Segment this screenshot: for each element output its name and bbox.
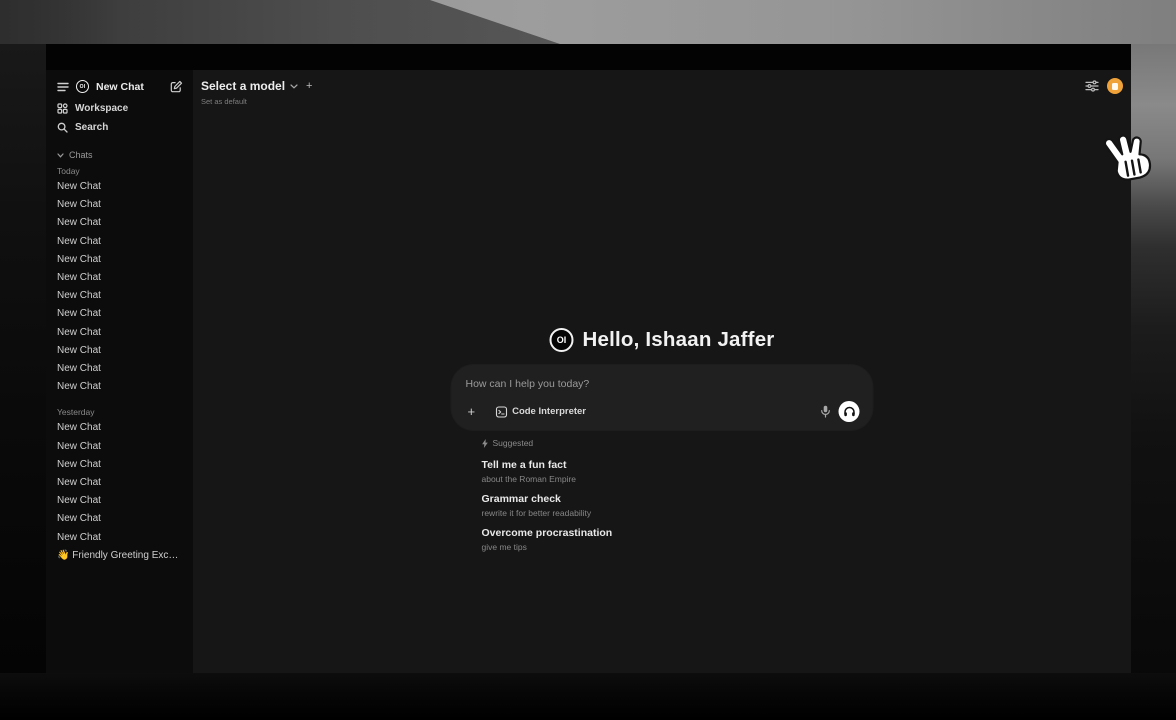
chat-list-item[interactable]: New Chat <box>46 305 193 323</box>
main-area: Select a model + Set as default <box>193 70 1131 673</box>
chat-list-item[interactable]: New Chat <box>46 251 193 269</box>
suggested-list: Tell me a fun fact about the Roman Empir… <box>482 459 873 552</box>
suggested-prompt-subtitle: give me tips <box>482 542 873 552</box>
chat-list-yesterday: New ChatNew ChatNew ChatNew ChatNew Chat… <box>46 419 193 565</box>
sidebar: OI New Chat Workspace <box>46 70 193 673</box>
suggested-label: Suggested <box>493 438 534 448</box>
chat-list-item[interactable]: New Chat <box>46 510 193 528</box>
chats-section-toggle[interactable]: Chats <box>46 147 193 162</box>
chat-list-item[interactable]: New Chat <box>46 324 193 342</box>
chat-list-item[interactable]: New Chat <box>46 269 193 287</box>
suggested-prompt-title: Grammar check <box>482 493 873 506</box>
suggested-prompt[interactable]: Grammar check rewrite it for better read… <box>482 493 873 518</box>
microphone-icon[interactable] <box>821 405 831 418</box>
chat-list-item[interactable]: New Chat <box>46 529 193 547</box>
chat-list-item[interactable]: New Chat <box>46 419 193 437</box>
search-icon <box>57 122 68 133</box>
chat-list-item[interactable]: New Chat <box>46 287 193 305</box>
avatar-glyph <box>1112 83 1118 90</box>
search-label: Search <box>75 122 108 133</box>
chat-list-item[interactable]: 👋 Friendly Greeting Exchange <box>46 547 193 565</box>
desktop-background-left <box>0 44 46 720</box>
suggested-prompt-subtitle: about the Roman Empire <box>482 474 873 484</box>
desktop-background-shape <box>0 0 120 44</box>
main-header: Select a model + Set as default <box>193 70 1131 110</box>
chat-list-item[interactable]: New Chat <box>46 474 193 492</box>
code-interpreter-toggle[interactable]: Code Interpreter <box>495 406 586 418</box>
desktop-background-top <box>0 0 1176 44</box>
chat-list-item[interactable]: New Chat <box>46 456 193 474</box>
bolt-icon <box>482 439 489 448</box>
terminal-square-icon <box>495 406 507 418</box>
workspace-label: Workspace <box>75 103 128 114</box>
suggested-prompt[interactable]: Tell me a fun fact about the Roman Empir… <box>482 459 873 484</box>
chevron-down-icon <box>57 153 64 158</box>
suggested-prompt-subtitle: rewrite it for better readability <box>482 508 873 518</box>
chat-list-item[interactable]: New Chat <box>46 360 193 378</box>
chat-group-label-today: Today <box>46 162 193 178</box>
attach-plus-icon[interactable]: + <box>466 405 478 418</box>
welcome-panel: OI Hello, Ishaan Jaffer + Code Interpret… <box>452 328 873 552</box>
message-composer: + Code Interpreter <box>452 365 873 430</box>
settings-sliders-icon[interactable] <box>1085 80 1099 92</box>
chat-list-item[interactable]: New Chat <box>46 178 193 196</box>
desktop-background-right <box>1131 44 1176 720</box>
app-logo-large: OI <box>550 328 574 352</box>
chat-list-item[interactable]: New Chat <box>46 214 193 232</box>
new-chat-icon[interactable] <box>170 80 183 93</box>
chat-group-label-yesterday: Yesterday <box>46 403 193 419</box>
chat-list-today: New ChatNew ChatNew ChatNew ChatNew Chat… <box>46 178 193 396</box>
suggested-prompt-title: Overcome procrastination <box>482 527 873 540</box>
app-window: OI New Chat Workspace <box>46 44 1131 673</box>
suggested-section: Suggested Tell me a fun fact about the R… <box>482 436 873 552</box>
chat-list-item[interactable]: New Chat <box>46 342 193 360</box>
code-interpreter-label: Code Interpreter <box>512 406 586 417</box>
chat-list-item[interactable]: New Chat <box>46 378 193 396</box>
suggested-prompt[interactable]: Overcome procrastination give me tips <box>482 527 873 552</box>
sidebar-item-search[interactable]: Search <box>46 118 193 137</box>
set-default-link[interactable]: Set as default <box>201 97 247 106</box>
add-model-icon[interactable]: + <box>306 80 312 92</box>
sidebar-item-workspace[interactable]: Workspace <box>46 99 193 118</box>
chat-list-item[interactable]: New Chat <box>46 492 193 510</box>
chevron-down-icon <box>290 84 298 89</box>
desktop-background-bottom <box>0 673 1176 720</box>
screen: OI New Chat Workspace <box>0 0 1176 720</box>
app-logo: OI <box>76 80 89 93</box>
model-selector[interactable]: Select a model + <box>201 79 312 93</box>
chat-list-item[interactable]: New Chat <box>46 438 193 456</box>
chats-section-label: Chats <box>69 150 93 160</box>
chat-list-item[interactable]: New Chat <box>46 196 193 214</box>
model-selector-label: Select a model <box>201 79 285 93</box>
sidebar-title: New Chat <box>96 81 144 93</box>
voice-call-button[interactable] <box>839 401 860 422</box>
greeting-title: Hello, Ishaan Jaffer <box>583 328 775 352</box>
user-avatar[interactable] <box>1107 78 1123 94</box>
chat-list-item[interactable]: New Chat <box>46 233 193 251</box>
suggested-prompt-title: Tell me a fun fact <box>482 459 873 472</box>
workspace-grid-icon <box>57 103 68 114</box>
message-input[interactable] <box>466 378 860 390</box>
sidebar-toggle-icon[interactable] <box>57 82 69 92</box>
window-titlebar <box>46 44 1131 70</box>
